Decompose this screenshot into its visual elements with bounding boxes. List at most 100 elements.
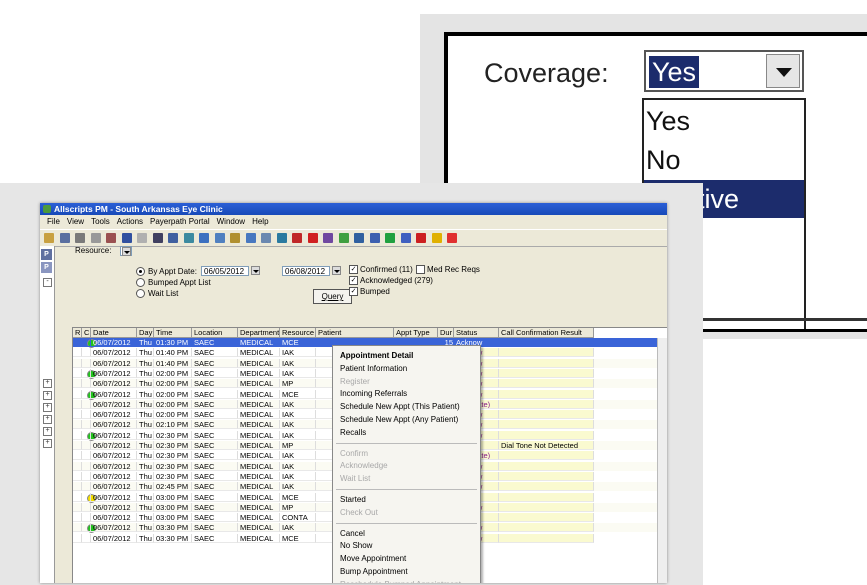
column-header[interactable]: Day bbox=[137, 328, 154, 338]
expand-icon[interactable]: + bbox=[43, 379, 52, 388]
expand-icon[interactable]: + bbox=[43, 415, 52, 424]
column-header[interactable]: Appt Type bbox=[394, 328, 438, 338]
toolbar-button-icon[interactable] bbox=[214, 233, 225, 243]
menu-item-window[interactable]: Window bbox=[217, 216, 245, 228]
toolbar-button-icon[interactable] bbox=[447, 233, 457, 243]
cell-date: 06/07/2012 bbox=[91, 379, 137, 389]
menu-item-tools[interactable]: Tools bbox=[91, 216, 110, 228]
cell-date: 06/07/2012 bbox=[91, 492, 137, 502]
chevron-down-icon[interactable] bbox=[332, 266, 341, 275]
toolbar-button-icon[interactable] bbox=[292, 233, 302, 243]
column-header[interactable]: Status bbox=[454, 328, 499, 338]
expand-icon[interactable]: + bbox=[43, 427, 52, 436]
toolbar-button-icon[interactable] bbox=[152, 233, 163, 243]
context-menu-item-started[interactable]: Started bbox=[333, 494, 480, 506]
column-header[interactable]: Patient bbox=[316, 328, 394, 338]
cell-c bbox=[82, 379, 91, 389]
acknowledged-checkbox[interactable]: ✓ bbox=[349, 276, 358, 285]
context-menu-item-schedule-new-appt-this-patient[interactable]: Schedule New Appt (This Patient) bbox=[333, 401, 480, 413]
from-date-field[interactable]: 06/05/2012 bbox=[201, 266, 249, 276]
toolbar-button-icon[interactable] bbox=[416, 233, 426, 243]
cell-date: 06/07/2012 bbox=[91, 513, 137, 523]
cell-dept: MEDICAL bbox=[238, 523, 280, 533]
query-button[interactable]: Query bbox=[313, 289, 352, 304]
toolbar-button-icon[interactable] bbox=[59, 233, 70, 243]
context-menu-item-patient-information[interactable]: Patient Information bbox=[333, 363, 480, 375]
to-date-field[interactable]: 06/08/2012 bbox=[282, 266, 330, 276]
toolbar-button-icon[interactable] bbox=[261, 233, 271, 243]
by-appt-date-radio[interactable] bbox=[136, 267, 145, 276]
expand-icon[interactable]: + bbox=[43, 403, 52, 412]
column-header[interactable]: Department bbox=[238, 328, 280, 338]
vertical-scrollbar[interactable] bbox=[657, 338, 667, 583]
toolbar-button-icon[interactable] bbox=[431, 233, 442, 243]
column-header[interactable]: Resource bbox=[280, 328, 316, 338]
toolbar-button-icon[interactable] bbox=[106, 233, 116, 243]
column-header[interactable]: Location bbox=[192, 328, 238, 338]
cell-dept: MEDICAL bbox=[238, 368, 280, 378]
toolbar-button-icon[interactable] bbox=[199, 233, 209, 243]
column-header[interactable]: Date bbox=[91, 328, 137, 338]
coverage-option[interactable]: No bbox=[644, 141, 804, 179]
toolbar-button-icon[interactable] bbox=[307, 233, 318, 243]
toolbar-button-icon[interactable] bbox=[338, 233, 349, 243]
toolbar-button-icon[interactable] bbox=[44, 233, 54, 243]
context-menu-item-bump-appointment[interactable]: Bump Appointment bbox=[333, 566, 480, 578]
context-menu-item-cancel[interactable]: Cancel bbox=[333, 528, 480, 540]
coverage-select[interactable]: Yes bbox=[644, 50, 804, 92]
toolbar-button-icon[interactable] bbox=[90, 233, 101, 243]
toolbar-button-icon[interactable] bbox=[276, 233, 287, 243]
cell-res: IAK bbox=[280, 358, 316, 368]
wait-list-radio[interactable] bbox=[136, 289, 145, 298]
cell-r bbox=[73, 513, 82, 523]
column-header[interactable]: Time bbox=[154, 328, 192, 338]
column-header[interactable]: R bbox=[73, 328, 82, 338]
cell-res: IAK bbox=[280, 523, 316, 533]
bumped-checkbox[interactable]: ✓ bbox=[349, 287, 358, 296]
cell-day: Thu bbox=[137, 368, 154, 378]
cell-dept: MEDICAL bbox=[238, 389, 280, 399]
context-menu-item-move-appointment[interactable]: Move Appointment bbox=[333, 553, 480, 565]
context-menu-item-no-show[interactable]: No Show bbox=[333, 540, 480, 552]
med-rec-checkbox[interactable] bbox=[416, 265, 425, 274]
context-menu-item-incoming-referrals[interactable]: Incoming Referrals bbox=[333, 388, 480, 400]
toolbar-button-icon[interactable] bbox=[137, 233, 147, 243]
bumped-appt-radio[interactable] bbox=[136, 278, 145, 287]
cell-c bbox=[82, 410, 91, 420]
context-menu-item-schedule-new-appt-any-patient[interactable]: Schedule New Appt (Any Patient) bbox=[333, 414, 480, 426]
menu-item-file[interactable]: File bbox=[47, 216, 60, 228]
toolbar-button-icon[interactable] bbox=[230, 233, 240, 243]
context-menu-item-recalls[interactable]: Recalls bbox=[333, 427, 480, 439]
toolbar-button-icon[interactable] bbox=[121, 233, 132, 243]
cell-loc: SAEC bbox=[192, 399, 238, 409]
panel-icon[interactable]: P bbox=[41, 262, 52, 273]
column-header[interactable]: Dur bbox=[438, 328, 454, 338]
menu-item-view[interactable]: View bbox=[67, 216, 84, 228]
coverage-option[interactable]: Yes bbox=[644, 102, 804, 140]
cell-result bbox=[499, 523, 594, 533]
column-header[interactable]: Call Confirmation Result bbox=[499, 328, 594, 338]
expand-icon[interactable]: + bbox=[43, 439, 52, 448]
toolbar-button-icon[interactable] bbox=[183, 233, 194, 243]
context-menu-item-appointment-detail[interactable]: Appointment Detail bbox=[333, 350, 480, 362]
menu-item-payerpath-portal[interactable]: Payerpath Portal bbox=[150, 216, 210, 228]
toolbar-button-icon[interactable] bbox=[354, 233, 364, 243]
column-header[interactable]: C bbox=[82, 328, 91, 338]
toolbar-button-icon[interactable] bbox=[168, 233, 178, 243]
pin-icon[interactable]: P bbox=[41, 249, 52, 260]
chevron-down-icon[interactable] bbox=[766, 54, 800, 88]
toolbar-button-icon[interactable] bbox=[400, 233, 411, 243]
expand-icon[interactable]: + bbox=[43, 391, 52, 400]
collapse-icon[interactable]: - bbox=[43, 278, 52, 287]
menu-item-actions[interactable]: Actions bbox=[117, 216, 143, 228]
confirmed-checkbox[interactable]: ✓ bbox=[349, 265, 358, 274]
cell-loc: SAEC bbox=[192, 492, 238, 502]
chevron-down-icon[interactable] bbox=[122, 247, 131, 256]
toolbar-button-icon[interactable] bbox=[75, 233, 85, 243]
chevron-down-icon[interactable] bbox=[251, 266, 260, 275]
toolbar-button-icon[interactable] bbox=[369, 233, 380, 243]
menu-item-help[interactable]: Help bbox=[252, 216, 268, 228]
toolbar-button-icon[interactable] bbox=[245, 233, 256, 243]
toolbar-button-icon[interactable] bbox=[385, 233, 395, 243]
toolbar-button-icon[interactable] bbox=[323, 233, 333, 243]
